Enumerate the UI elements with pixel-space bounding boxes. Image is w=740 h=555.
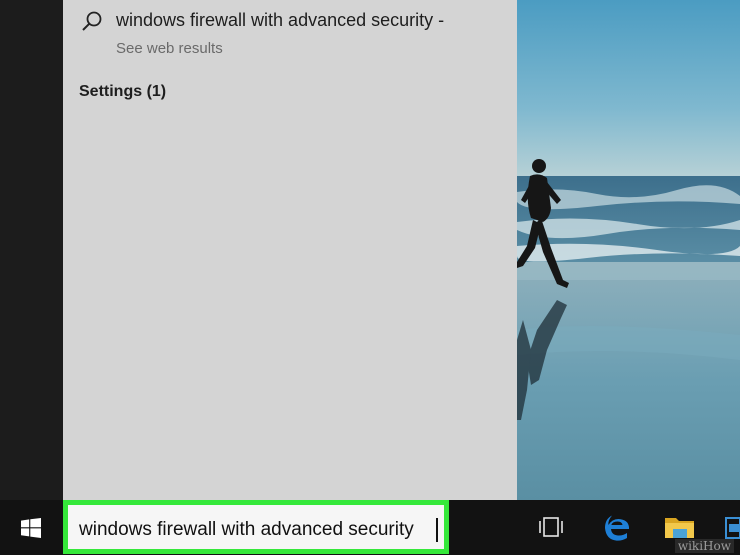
search-input-value: windows firewall with advanced security: [79, 519, 414, 540]
taskbar-search-input[interactable]: windows firewall with advanced security: [63, 500, 449, 554]
settings-section-heading: Settings (1): [79, 83, 167, 100]
start-menu-rail: [0, 0, 63, 500]
file-explorer-icon: [665, 518, 694, 538]
taskbar: windows firewall with advanced security: [0, 500, 740, 555]
desktop-wallpaper: [517, 0, 740, 500]
task-view-button[interactable]: [527, 500, 575, 555]
edge-icon: [605, 515, 629, 541]
start-button[interactable]: [0, 500, 63, 555]
search-icon: [82, 11, 102, 31]
desktop-screen: windows firewall with advanced security …: [0, 0, 740, 555]
web-search-result[interactable]: windows firewall with advanced security …: [63, 0, 517, 66]
windows-logo-icon: [21, 518, 41, 538]
search-results-pane: windows firewall with advanced security …: [63, 0, 517, 500]
store-icon: [725, 517, 740, 539]
web-result-title: windows firewall with advanced security …: [116, 10, 445, 30]
wikihow-watermark: wikiHow: [674, 539, 734, 553]
web-result-subtitle: See web results: [116, 40, 223, 57]
text-caret: [436, 518, 438, 542]
task-view-icon: [539, 517, 563, 537]
edge-taskbar-button[interactable]: [593, 500, 641, 555]
